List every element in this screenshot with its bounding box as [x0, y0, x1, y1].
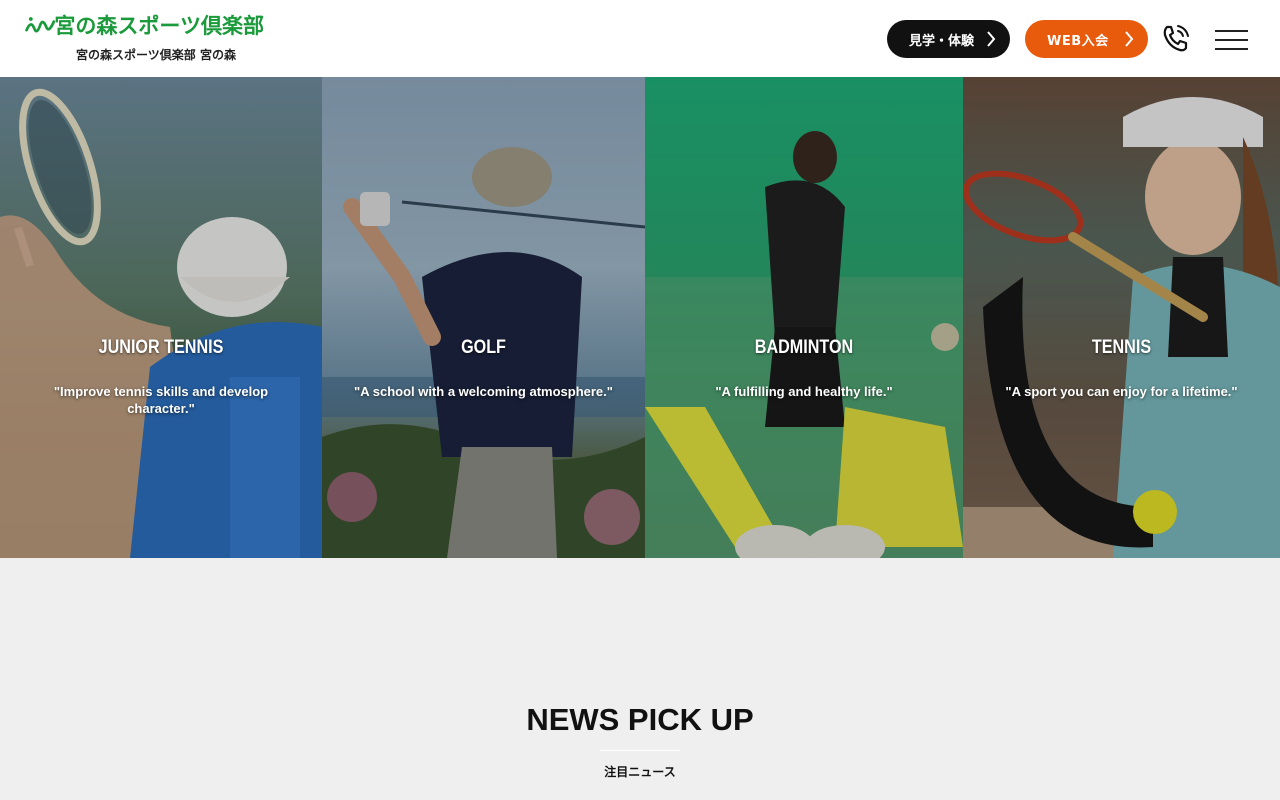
trial-button[interactable]: 見学・体験: [887, 20, 1010, 58]
hamburger-menu-icon[interactable]: [1215, 30, 1249, 50]
panel-title: JUNIOR TENNIS: [98, 337, 224, 358]
logo-text: 宮の森スポーツ倶楽部: [54, 14, 264, 38]
logo-subtitle: 宮の森スポーツ倶楽部 宮の森: [76, 48, 236, 62]
web-join-button-label: WEB入会: [1047, 33, 1109, 49]
news-divider: [600, 750, 680, 751]
news-section-title: NEWS PICK UP: [526, 702, 754, 737]
phone-icon[interactable]: [1160, 23, 1192, 55]
news-section-subtitle: 注目ニュース: [604, 765, 676, 779]
web-join-button[interactable]: WEB入会: [1025, 20, 1148, 58]
panel-quote: "A fulfilling and healthy life.": [715, 384, 893, 399]
trial-button-label: 見学・体験: [909, 33, 975, 49]
logo-mark-icon: [25, 17, 56, 33]
panel-tennis[interactable]: TENNIS "A sport you can enjoy for a life…: [963, 77, 1280, 558]
panel-title: BADMINTON: [754, 337, 854, 358]
panel-quote: "A school with a welcoming atmosphere.": [354, 384, 613, 399]
panel-golf[interactable]: GOLF "A school with a welcoming atmosphe…: [322, 77, 645, 558]
site-logo[interactable]: 宮の森スポーツ倶楽部 宮の森スポーツ倶楽部 宮の森: [24, 10, 264, 66]
panel-quote: "A sport you can enjoy for a lifetime.": [1005, 384, 1238, 399]
panel-quote: "Improve tennis skills and develop chara…: [53, 384, 269, 416]
panel-title: TENNIS: [1091, 337, 1152, 358]
sports-hero: JUNIOR TENNIS "Improve tennis skills and…: [0, 77, 1280, 558]
panel-badminton[interactable]: BADMINTON "A fulfilling and healthy life…: [645, 77, 963, 558]
chevron-right-icon: [987, 31, 996, 47]
site-header: 宮の森スポーツ倶楽部 宮の森スポーツ倶楽部 宮の森 見学・体験 WEB入会: [0, 0, 1280, 77]
panel-title: GOLF: [461, 337, 506, 358]
panel-junior-tennis[interactable]: JUNIOR TENNIS "Improve tennis skills and…: [0, 77, 322, 558]
chevron-right-icon: [1125, 31, 1134, 47]
